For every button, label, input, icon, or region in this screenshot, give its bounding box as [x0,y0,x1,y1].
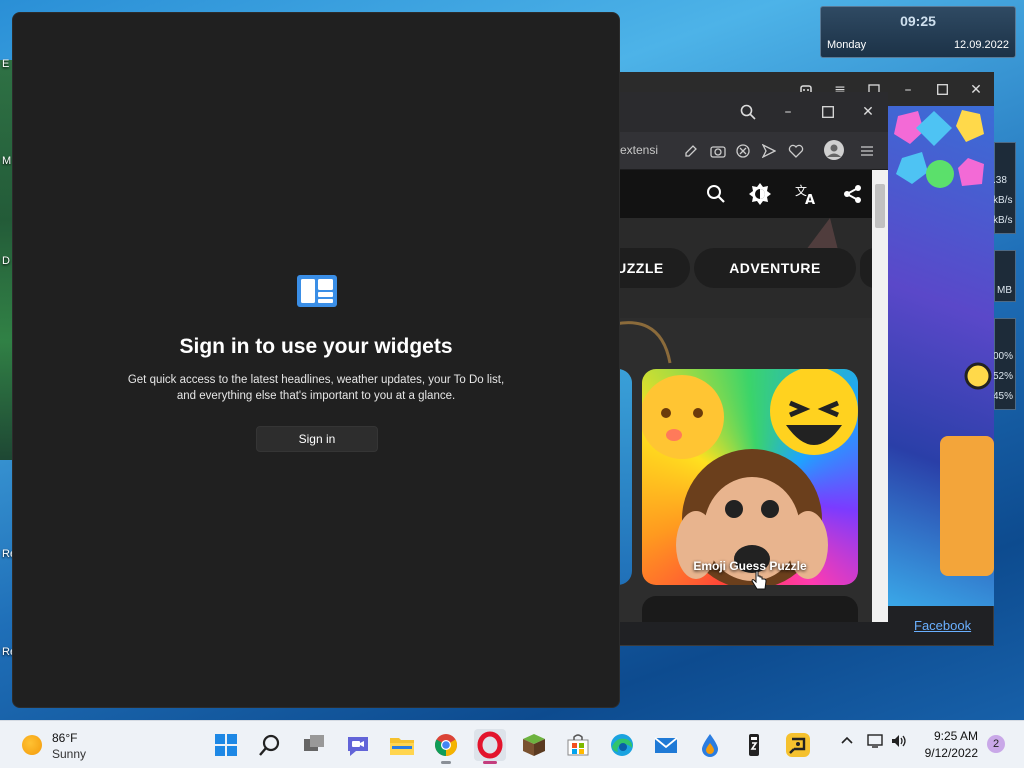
taskbar-clock-time[interactable]: 9:25 AM [926,729,978,743]
start-button[interactable] [210,729,242,761]
profile-avatar[interactable] [824,140,844,160]
show-hidden-icons-chevron-icon[interactable] [840,733,854,751]
heart-icon[interactable] [788,144,804,158]
inner-browser-titlebar: – ✕ [600,92,888,132]
facebook-link[interactable]: Facebook [914,618,971,633]
yellow-app-icon[interactable] [782,729,814,761]
game-page: 文A PUZZLE ADVENTURE Emoji Guess Puzzle [600,170,872,622]
network-icon[interactable] [866,733,884,753]
game-card-emoji-guess-puzzle[interactable]: Emoji Guess Puzzle [642,369,858,585]
chrome-icon[interactable] [430,729,462,764]
net-unit: kB/s [993,215,1013,226]
minecraft-icon[interactable] [518,729,550,761]
share-icon[interactable] [843,184,863,204]
droplet-app-icon[interactable] [694,729,726,761]
translate-icon[interactable]: 文A [794,182,818,206]
microsoft-store-icon[interactable] [562,729,594,761]
opera-icon[interactable] [474,729,506,764]
file-explorer-icon[interactable] [386,729,418,761]
notification-badge[interactable]: 2 [987,735,1005,753]
memory-gadget: MB [994,250,1016,302]
widgets-logo-icon [297,275,337,307]
network-gadget: .38 kB/s kB/s [993,142,1016,234]
search-icon[interactable] [734,98,762,126]
desktop-icon-label[interactable]: E [2,58,9,70]
category-adventure[interactable]: ADVENTURE [694,248,856,288]
desktop-icon-label[interactable]: D [2,255,10,267]
game-grid: Emoji Guess Puzzle [600,318,872,622]
edge-icon[interactable] [606,729,638,761]
scrollbar-thumb[interactable] [875,184,885,228]
clock-gadget: 09:25 Monday 12.09.2022 [820,6,1016,58]
volume-icon[interactable] [890,733,908,753]
category-strip: PUZZLE ADVENTURE [600,218,872,318]
minimize-icon[interactable]: – [894,76,922,104]
emoji-monkey-icon [642,369,858,585]
taskbar: 86°F Sunny 9:25 AM 9/12/2022 2 [0,720,1024,768]
search-icon[interactable] [254,729,286,761]
desktop-icon-label[interactable]: M [2,155,11,167]
minimize-icon[interactable]: – [774,98,802,126]
teams-chat-icon[interactable] [342,729,374,761]
game-site-header: 文A [600,170,872,218]
gadget-date: 12.09.2022 [953,39,1009,51]
send-icon[interactable] [762,144,776,158]
taskbar-clock-date[interactable]: 9/12/2022 [918,746,978,760]
maximize-icon[interactable] [928,76,956,104]
category-next[interactable] [860,248,872,288]
mail-icon[interactable] [650,729,682,761]
widgets-panel: Sign in to use your widgets Get quick ac… [12,12,620,708]
gadget-time: 09:25 [900,13,936,29]
site-search-icon[interactable] [706,184,726,204]
edit-icon[interactable] [684,144,698,158]
svg-text:A: A [805,193,815,206]
running-indicator [441,761,451,764]
brightness-icon[interactable] [748,182,772,206]
weather-temperature[interactable]: 86°F [52,731,77,745]
net-value: .38 [993,175,1007,186]
maximize-icon[interactable] [814,98,842,126]
cpu-percent: 45% [993,391,1014,402]
hand-cursor-icon [751,570,767,590]
sign-in-button[interactable]: Sign in [256,426,378,452]
inner-browser-toolbar: extensi [600,132,888,170]
easy-setup-icon[interactable] [860,144,874,158]
cpu-percent: 00% [993,351,1014,362]
game-card[interactable] [642,596,858,622]
task-view-icon[interactable] [298,729,330,761]
camera-icon[interactable] [710,144,726,158]
close-icon[interactable]: ✕ [854,98,882,126]
game-art-banner [888,106,994,606]
widgets-signin-title: Sign in to use your widgets [179,335,453,358]
block-icon[interactable] [736,144,750,158]
active-indicator [483,761,497,764]
close-icon[interactable]: ✕ [962,76,990,104]
weather-condition[interactable]: Sunny [52,747,86,761]
gadget-day: Monday [827,39,867,51]
tag-app-icon[interactable] [738,729,770,761]
inner-browser-window: – ✕ extensi 文A PUZZLE ADVENTURE Emoji Gu… [600,92,888,622]
weather-sun-icon[interactable] [22,735,42,755]
mem-unit: MB [997,285,1012,296]
cpu-percent: 52% [993,371,1014,382]
cpu-gadget: 00% 52% 45% [993,318,1016,410]
page-scrollbar[interactable] [872,170,888,622]
widgets-signin-description: Get quick access to the latest headlines… [127,374,505,402]
address-bar-text[interactable]: extensi [620,143,658,157]
net-unit: kB/s [993,195,1013,206]
